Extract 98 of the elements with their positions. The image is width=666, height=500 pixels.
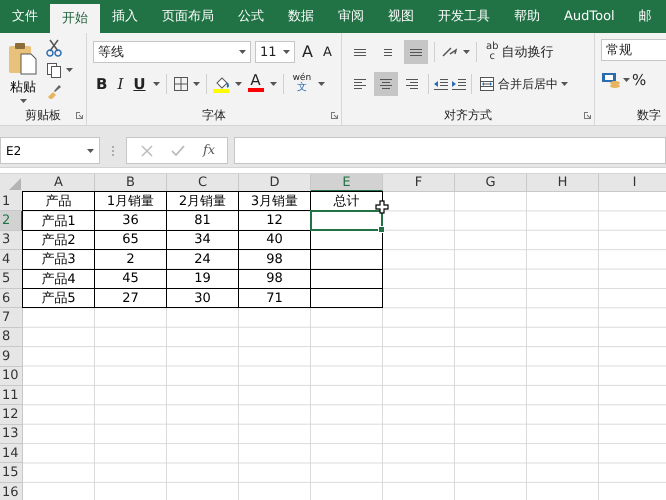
row-header[interactable]: 3 xyxy=(0,230,23,250)
ribbon-tab[interactable]: 数据 xyxy=(276,0,326,33)
caret-icon[interactable] xyxy=(87,148,94,152)
ribbon-tab[interactable]: 插入 xyxy=(100,0,150,33)
caret-icon[interactable] xyxy=(20,99,26,103)
ribbon-tab[interactable]: 视图 xyxy=(376,0,426,33)
borders-icon[interactable] xyxy=(172,76,189,92)
font-name-field[interactable]: 等线 xyxy=(93,41,251,63)
merge-center-button[interactable]: 合并后居中 xyxy=(476,73,571,95)
row-header[interactable]: 4 xyxy=(0,250,23,270)
caret-icon[interactable] xyxy=(239,50,246,54)
column-header[interactable]: I xyxy=(599,174,666,192)
ribbon-tab[interactable]: 开始 xyxy=(50,4,100,33)
caret-icon[interactable] xyxy=(283,50,290,54)
formula-input[interactable] xyxy=(234,137,666,164)
align-center-button[interactable] xyxy=(374,72,398,96)
clipboard-icon xyxy=(8,41,38,75)
ribbon-tab[interactable]: 开发工具 xyxy=(426,0,502,33)
column-header[interactable]: C xyxy=(167,174,239,192)
caret-icon[interactable] xyxy=(561,82,568,86)
active-cell[interactable] xyxy=(310,210,383,231)
dialog-launcher-icon[interactable] xyxy=(584,112,591,119)
ribbon-tab[interactable]: 审阅 xyxy=(326,0,376,33)
wrap-text-icon: ab c xyxy=(486,42,498,62)
fill-handle[interactable] xyxy=(378,226,385,233)
scissors-icon[interactable] xyxy=(46,39,62,57)
ribbon-tab[interactable]: 邮 xyxy=(626,0,664,33)
column-header[interactable]: F xyxy=(383,174,455,192)
caret-icon[interactable] xyxy=(66,68,73,72)
italic-button[interactable]: I xyxy=(114,73,126,95)
dialog-launcher-icon[interactable] xyxy=(76,112,83,119)
caret-icon[interactable] xyxy=(192,82,200,86)
dialog-launcher-icon[interactable] xyxy=(331,112,338,119)
caret-icon[interactable] xyxy=(152,82,160,86)
column-header[interactable]: H xyxy=(527,174,599,192)
column-header[interactable]: G xyxy=(455,174,527,192)
bold-button[interactable]: B xyxy=(93,73,110,95)
align-bottom-button[interactable] xyxy=(404,40,428,64)
corner-triangle-icon xyxy=(9,178,21,190)
column-header[interactable]: B xyxy=(95,174,167,192)
row-header[interactable]: 2 xyxy=(0,211,23,231)
caret-icon[interactable] xyxy=(234,82,242,86)
paintbrush-icon[interactable] xyxy=(46,83,62,99)
row-header[interactable]: 11 xyxy=(0,386,23,406)
cursor-cross-icon xyxy=(375,200,389,214)
group-label: 数字 xyxy=(637,106,661,124)
row-header[interactable]: 5 xyxy=(0,270,23,289)
font-color-button[interactable]: A xyxy=(246,73,266,95)
caret-icon[interactable] xyxy=(270,82,277,86)
group-label: 对齐方式 xyxy=(444,106,492,124)
align-lines-icon xyxy=(354,48,366,56)
currency-icon[interactable] xyxy=(601,71,621,89)
column-header[interactable]: E xyxy=(311,174,383,192)
name-box[interactable]: E2 xyxy=(0,137,100,164)
align-lines-icon xyxy=(382,48,394,56)
row-header[interactable]: 7 xyxy=(0,308,23,328)
row-header[interactable]: 13 xyxy=(0,424,23,444)
ribbon-tab[interactable]: 文件 xyxy=(0,0,50,33)
fill-bucket-icon[interactable] xyxy=(212,75,231,93)
paste-button[interactable]: 粘贴 xyxy=(6,39,40,105)
row-header[interactable]: 9 xyxy=(0,347,23,367)
caret-icon[interactable] xyxy=(463,50,470,54)
align-lines-icon xyxy=(410,48,422,56)
phonetic-button[interactable]: wén 文 xyxy=(290,73,314,95)
row-header[interactable]: 16 xyxy=(0,482,23,500)
caret-icon[interactable] xyxy=(318,82,326,86)
align-lines-icon xyxy=(354,79,366,89)
number-format-field[interactable]: 常规 xyxy=(601,39,666,61)
ribbon-tab[interactable]: AudTool xyxy=(552,0,627,33)
align-lines-icon xyxy=(406,79,418,89)
row-header[interactable]: 15 xyxy=(0,463,23,483)
column-header[interactable]: D xyxy=(239,174,311,192)
row-header[interactable]: 10 xyxy=(0,366,23,386)
align-lines-icon xyxy=(380,79,392,89)
increase-font-button[interactable]: A xyxy=(299,41,316,63)
font-size-field[interactable]: 11 xyxy=(255,41,295,63)
table-cell: 产品5 xyxy=(22,288,95,308)
row-header[interactable]: 1 xyxy=(0,192,23,212)
caret-icon[interactable] xyxy=(623,78,630,82)
column-header[interactable]: A xyxy=(23,174,95,192)
ribbon-tab[interactable]: 公式 xyxy=(226,0,276,33)
row-header[interactable]: 8 xyxy=(0,328,23,348)
increase-indent-icon[interactable] xyxy=(451,76,467,92)
ribbon-tab[interactable]: 页面布局 xyxy=(150,0,226,33)
table-cell: 产品 xyxy=(22,191,95,212)
ribbon-tab[interactable]: 帮助 xyxy=(502,0,552,33)
group-label: 剪贴板 xyxy=(25,106,61,124)
insert-function-button[interactable]: fx xyxy=(203,143,216,158)
group-label: 字体 xyxy=(202,106,226,124)
copy-icon[interactable] xyxy=(46,62,62,78)
percent-button[interactable]: % xyxy=(632,69,646,91)
decrease-indent-icon[interactable] xyxy=(433,76,449,92)
merge-cells-icon xyxy=(479,76,495,92)
underline-button[interactable]: U xyxy=(130,73,149,95)
row-header[interactable]: 14 xyxy=(0,444,23,464)
decrease-font-button[interactable]: A xyxy=(320,41,335,63)
row-header[interactable]: 6 xyxy=(0,288,23,308)
row-header[interactable]: 12 xyxy=(0,405,23,425)
